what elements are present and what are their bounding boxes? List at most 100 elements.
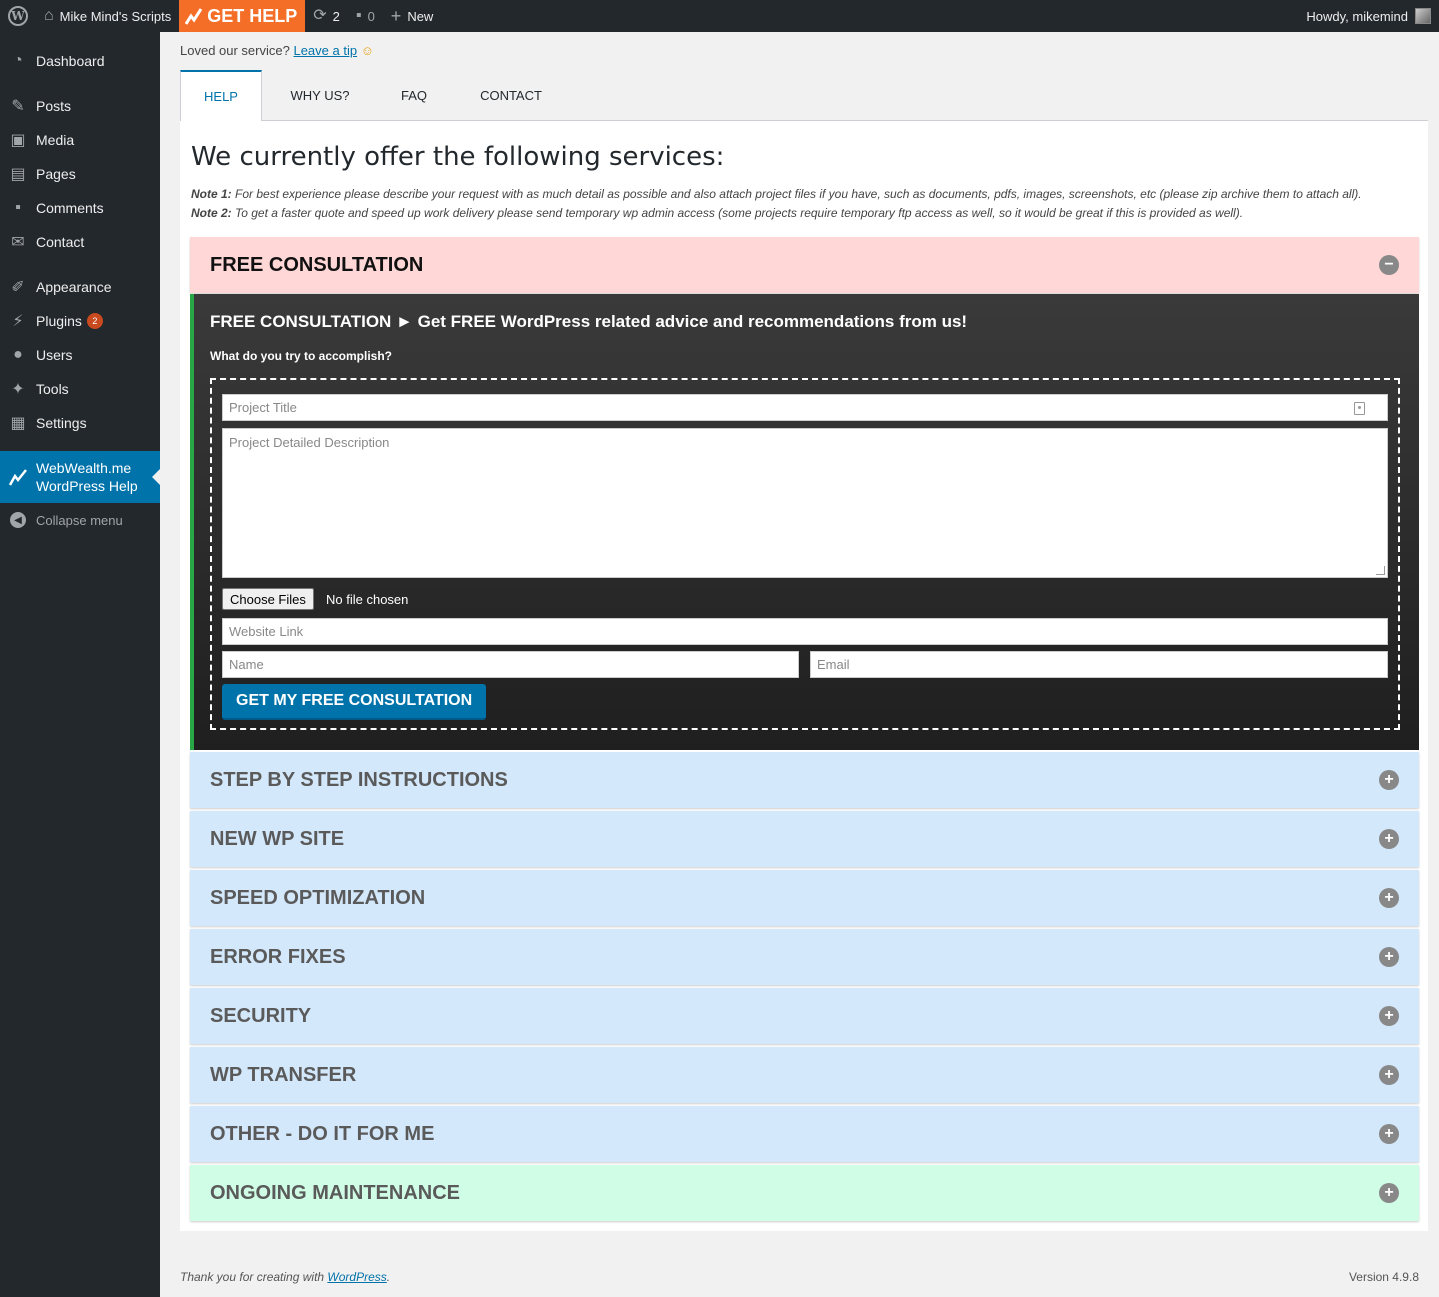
contact-card-icon [1354,402,1365,415]
plug-icon: ⚡ [12,313,24,330]
project-title-input[interactable]: Project Title [222,394,1388,421]
project-title-placeholder: Project Title [229,400,297,415]
comments-link[interactable]: ▪ 0 [348,0,383,32]
accordion-step-by-step[interactable]: STEP BY STEP INSTRUCTIONS + [190,752,1419,808]
webwealth-logo-icon [0,467,36,487]
settings-icon: ▦ [10,415,26,432]
accordion-other-do-it-for-me[interactable]: OTHER - DO IT FOR ME + [190,1106,1419,1162]
sidebar-item-label: Users [36,347,73,363]
consultation-form: Project Title Project Detailed Descripti… [210,378,1400,730]
expand-plus-icon[interactable]: + [1379,888,1399,908]
user-icon: ● [13,346,23,363]
comment-bubble-icon: ▪ [355,7,362,24]
sidebar-item-appearance[interactable]: ✐ Appearance [0,270,160,304]
file-status: No file chosen [326,592,409,607]
accordion-speed-optimization[interactable]: SPEED OPTIMIZATION + [190,870,1419,926]
tab-bar: HELP WHY US? FAQ CONTACT [180,70,1428,122]
admin-bar: W ⌂ Mike Mind's Scripts GET HELP ⟳ 2 ▪ 0… [0,0,1439,32]
updates-link[interactable]: ⟳ 2 [305,0,348,32]
sidebar-item-label: Tools [36,381,69,397]
tab-help[interactable]: HELP [180,70,262,122]
accordion-label: OTHER - DO IT FOR ME [210,1122,435,1145]
get-free-consultation-button[interactable]: GET MY FREE CONSULTATION [222,684,487,720]
note-1-text: For best experience please describe your… [231,187,1362,201]
wordpress-logo-icon[interactable]: W [0,0,36,32]
expand-plus-icon[interactable]: + [1379,1183,1399,1203]
accordion-error-fixes[interactable]: ERROR FIXES + [190,929,1419,985]
expand-plus-icon[interactable]: + [1379,770,1399,790]
website-link-input[interactable]: Website Link [222,618,1388,645]
footer-period: . [386,1270,391,1284]
sidebar-item-webwealth-help[interactable]: WebWealth.me WordPress Help [0,451,160,503]
accordion-label: FREE CONSULTATION [210,253,424,276]
plus-icon: + [390,6,402,26]
get-help-label: GET HELP [207,5,298,26]
expand-plus-icon[interactable]: + [1379,829,1399,849]
accordion-new-wp-site[interactable]: NEW WP SITE + [190,811,1419,867]
consultation-question: What do you try to accomplish? [210,349,393,363]
new-label: New [407,8,434,24]
collapse-minus-icon[interactable]: − [1379,255,1399,275]
new-content-link[interactable]: + New [383,0,442,32]
accordion-label: WP TRANSFER [210,1063,357,1086]
accordion-label: SPEED OPTIMIZATION [210,886,426,909]
accordion-security[interactable]: SECURITY + [190,988,1419,1044]
name-placeholder: Name [229,657,264,672]
pin-icon: ✎ [11,98,25,115]
website-link-placeholder: Website Link [229,624,304,639]
dashboard-icon: ◔ [13,52,23,69]
expand-plus-icon[interactable]: + [1379,1065,1399,1085]
sidebar-current-line2: WordPress Help [36,478,138,494]
refresh-icon: ⟳ [313,7,327,24]
sidebar-item-label: Appearance [36,279,112,295]
site-name: Mike Mind's Scripts [59,8,172,24]
accordion-label: ONGOING MAINTENANCE [210,1181,460,1204]
accordion-ongoing-maintenance[interactable]: ONGOING MAINTENANCE + [190,1165,1419,1221]
accordion-label: NEW WP SITE [210,827,345,850]
tab-faq[interactable]: FAQ [390,70,438,121]
site-name-link[interactable]: ⌂ Mike Mind's Scripts [36,0,179,32]
note-2: Note 2: To get a faster quote and speed … [191,206,1243,220]
sidebar-item-users[interactable]: ● Users [0,338,160,372]
envelope-icon: ✉ [11,234,25,251]
sidebar-item-plugins[interactable]: ⚡ Plugins 2 [0,304,160,338]
sidebar-item-pages[interactable]: ▤ Pages [0,157,160,191]
wordpress-link[interactable]: WordPress [327,1270,386,1284]
get-help-button[interactable]: GET HELP [179,0,306,32]
sidebar-item-posts[interactable]: ✎ Posts [0,89,160,123]
comment-icon: ▪ [15,199,21,216]
tab-why-us[interactable]: WHY US? [276,70,364,121]
comments-count: 0 [367,8,375,24]
sidebar-item-comments[interactable]: ▪ Comments [0,191,160,225]
sidebar-item-contact[interactable]: ✉ Contact [0,225,160,259]
collapse-menu-button[interactable]: ◀ Collapse menu [0,503,160,537]
email-input[interactable]: Email [810,651,1388,678]
wrench-icon: ✦ [11,381,25,398]
accordion-wp-transfer[interactable]: WP TRANSFER + [190,1047,1419,1103]
expand-plus-icon[interactable]: + [1379,1006,1399,1026]
get-help-logo-icon [185,8,203,25]
choose-files-button[interactable]: Choose Files [222,588,314,610]
collapse-label: Collapse menu [36,512,123,528]
updates-count: 2 [332,8,340,24]
admin-sidebar: ◔ Dashboard ✎ Posts ▣ Media ▤ Pages ▪ Co… [0,32,160,1297]
name-input[interactable]: Name [222,651,799,678]
sidebar-item-tools[interactable]: ✦ Tools [0,372,160,406]
expand-plus-icon[interactable]: + [1379,1124,1399,1144]
expand-plus-icon[interactable]: + [1379,947,1399,967]
free-consultation-panel: FREE CONSULTATION ► Get FREE WordPress r… [190,294,1419,750]
project-description-textarea[interactable]: Project Detailed Description [222,428,1388,578]
tab-contact[interactable]: CONTACT [474,70,548,121]
user-account-menu[interactable]: Howdy, mikemind [1306,0,1431,32]
sidebar-item-media[interactable]: ▣ Media [0,123,160,157]
accordion-label: ERROR FIXES [210,945,346,968]
sidebar-item-settings[interactable]: ▦ Settings [0,406,160,440]
tip-text: Loved our service? [180,43,290,58]
leave-tip-link[interactable]: Leave a tip [293,43,357,58]
tip-line: Loved our service? Leave a tip ☺ [180,43,374,58]
note-1-label: Note 1: [191,187,232,201]
accordion-free-consultation[interactable]: FREE CONSULTATION − [190,237,1419,293]
sidebar-item-label: Settings [36,415,87,431]
sidebar-item-dashboard[interactable]: ◔ Dashboard [0,44,160,78]
plugins-update-badge: 2 [86,313,103,329]
